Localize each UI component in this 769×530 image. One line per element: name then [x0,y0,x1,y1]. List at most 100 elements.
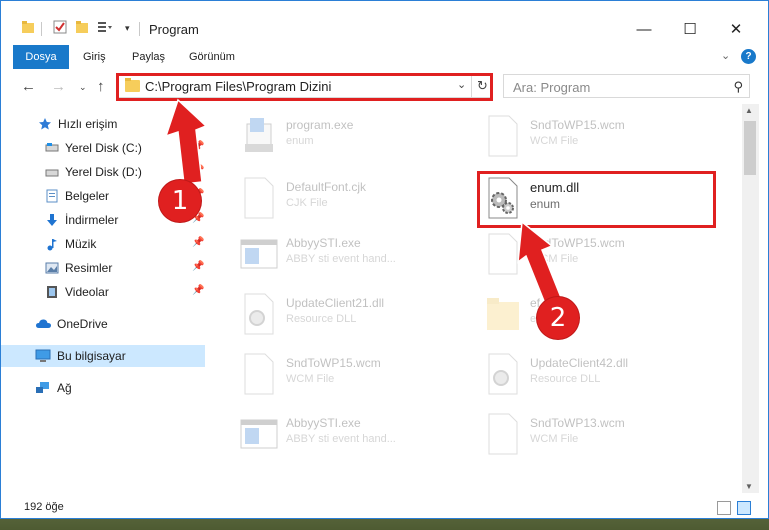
sidebar-item-label: Bu bilgisayar [57,349,126,363]
file-name: SndToWP15.wcm [530,118,625,132]
tab-home[interactable]: Giriş [73,45,116,69]
sidebar-item-videos[interactable]: Videolar 📌 [1,281,205,303]
file-explorer-window: ▾ Program — ☐ ✕ Dosya Giriş Paylaş Görün… [0,0,769,519]
file-name: program.exe [286,118,354,132]
file-name: SndToWP13.wcm [530,416,625,430]
file-type: Resource DLL [286,313,357,325]
pin-icon[interactable]: 📌 [192,285,204,296]
file-type: WCM File [286,373,335,385]
blank-file-icon [488,413,518,455]
file-item[interactable]: UpdateClient42.dll Resource DLL [457,344,697,404]
dll-gear-icon [244,293,274,335]
minimize-button[interactable]: — [621,15,667,43]
sidebar-item-label: Resimler [65,261,113,275]
status-bar: 192 öğe [1,498,768,518]
file-item[interactable]: SndToWP13.wcm WCM File [457,404,697,464]
item-count: 192 öğe [24,501,64,513]
file-name: AbbyySTI.exe [286,236,361,250]
sidebar-item-network[interactable]: Ağ [1,377,205,399]
forward-arrow-icon[interactable]: → [51,78,66,95]
file-item[interactable]: DefaultFont.cjk CJK File [213,168,453,228]
file-name: UpdateClient42.dll [530,356,629,370]
blank-file-icon [488,115,518,157]
customize-toolbar-icon[interactable] [97,20,113,34]
search-placeholder: Ara: Program [513,80,591,95]
sidebar-item-label: Yerel Disk (C:) [65,141,142,155]
large-icons-view-icon[interactable] [737,501,751,515]
file-name: SndToWP15.wcm [286,356,381,370]
scrollbar-thumb[interactable] [744,121,756,175]
file-type: ABBY sti event hand... [286,433,396,445]
separator [41,22,42,36]
sidebar-item-local-disk-c[interactable]: Yerel Disk (C:) 📌 [1,137,205,159]
quick-access-dropdown-icon[interactable]: ▾ [125,23,130,34]
music-icon [47,239,57,251]
recent-locations-icon[interactable]: ⌄ [79,82,87,93]
help-icon[interactable]: ? [741,49,756,64]
file-name: SndToWP15.wcm [530,236,625,250]
file-name: UpdateClient21.dll [286,296,385,310]
pin-icon[interactable]: 📌 [192,165,204,176]
drive-icon [45,169,59,177]
sidebar-item-label: Videolar [65,285,109,299]
separator [139,22,140,36]
download-icon [47,214,57,226]
installer-icon [245,118,273,152]
back-arrow-icon[interactable]: ← [21,78,36,95]
file-item[interactable]: AbbyySTI.exe ABBY sti event hand... [213,224,453,284]
file-type: CJK File [286,197,328,209]
pictures-icon [45,262,59,274]
video-icon [47,286,57,298]
sidebar-item-pictures[interactable]: Resimler 📌 [1,257,205,279]
properties-icon[interactable] [53,20,67,34]
file-type: enum [286,135,314,147]
document-icon [46,189,58,203]
blank-file-icon [244,353,274,395]
file-name: DefaultFont.cjk [286,180,367,194]
search-icon[interactable]: ⚲ [733,79,743,95]
file-name: AbbyySTI.exe [286,416,361,430]
sidebar-item-quick-access[interactable]: Hızlı erişim [1,113,205,135]
star-icon [39,118,51,130]
file-item[interactable]: SndToWP15.wcm WCM File [213,344,453,404]
pin-icon[interactable]: 📌 [192,237,204,248]
tab-share[interactable]: Paylaş [122,45,175,69]
tab-view[interactable]: Görünüm [179,45,245,69]
pin-icon[interactable]: 📌 [192,141,204,152]
sidebar-item-label: Ağ [57,381,72,395]
file-type: WCM File [530,253,579,265]
sidebar-item-label: OneDrive [57,317,108,331]
search-input[interactable]: Ara: Program ⚲ [503,74,750,98]
scroll-down-icon[interactable]: ▼ [745,482,753,491]
folder-icon [487,298,519,330]
file-item[interactable]: UpdateClient21.dll Resource DLL [213,284,453,344]
pin-icon[interactable]: 📌 [192,261,204,272]
sidebar-item-label: Yerel Disk (D:) [65,165,142,179]
maximize-button[interactable]: ☐ [667,15,713,43]
chevron-down-icon[interactable]: ⌄ [721,49,730,62]
sidebar-item-music[interactable]: Müzik 📌 [1,233,205,255]
computer-icon [35,349,51,362]
file-item[interactable]: SndToWP15.wcm WCM File [457,224,697,284]
tab-file[interactable]: Dosya [13,45,69,69]
dll-gear-icon [488,353,518,395]
folder-icon [22,21,34,33]
details-view-icon[interactable] [717,501,731,515]
address-highlight-box [116,73,493,101]
app-window-icon [240,239,278,269]
ribbon-tabs: Dosya Giriş Paylaş Görünüm ⌄ ? [1,45,768,69]
network-icon [36,382,49,393]
vertical-scrollbar[interactable]: ▲ ▼ [742,104,759,493]
scroll-up-icon[interactable]: ▲ [745,106,753,115]
up-arrow-icon[interactable]: ↑ [97,78,105,95]
file-item[interactable]: AbbyySTI.exe ABBY sti event hand... [213,404,453,464]
file-highlight-box [477,171,716,228]
sidebar-item-label: Belgeler [65,189,110,203]
file-item[interactable]: SndToWP15.wcm WCM File [457,106,697,166]
app-window-icon [240,419,278,449]
sidebar-item-this-pc[interactable]: Bu bilgisayar [1,345,205,367]
file-item[interactable]: program.exe enum [213,106,453,166]
close-button[interactable]: ✕ [713,15,759,43]
new-folder-icon[interactable] [75,20,89,34]
sidebar-item-onedrive[interactable]: OneDrive [1,313,205,335]
